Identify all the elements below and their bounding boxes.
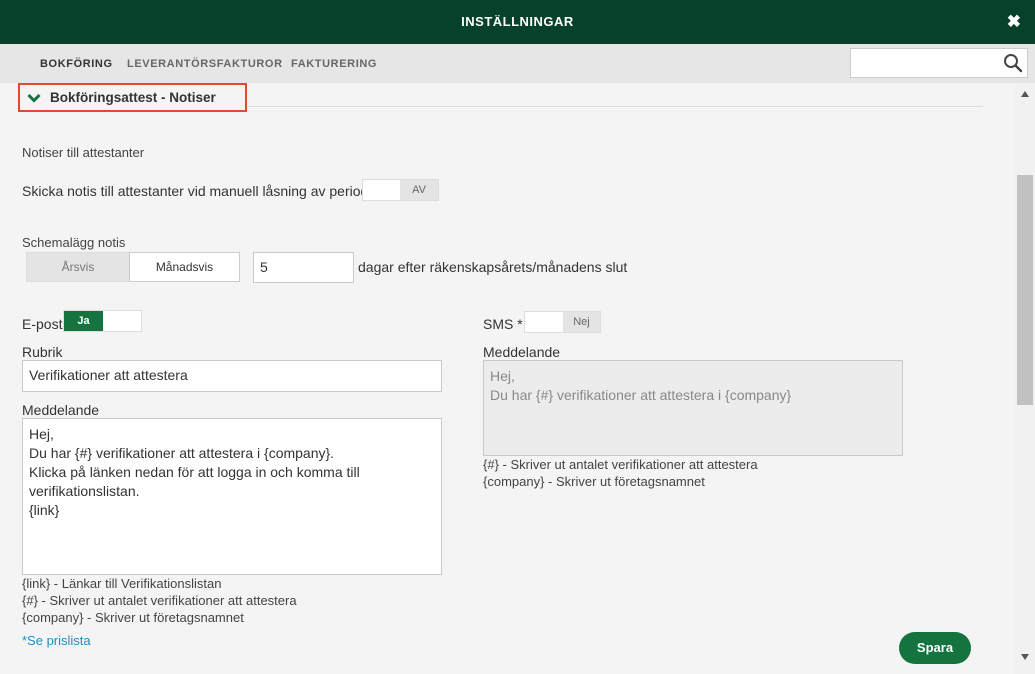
scrollbar[interactable] <box>1015 83 1035 674</box>
tab-bokforing[interactable]: BOKFÖRING <box>40 58 113 70</box>
email-help-link: {link} - Länkar till Verifikationslistan <box>22 576 222 591</box>
email-subject-input[interactable]: Verifikationer att attestera <box>22 360 442 392</box>
email-help-count: {#} - Skriver ut antalet verifikationer … <box>22 593 297 608</box>
search-icon[interactable] <box>1003 53 1023 73</box>
close-icon[interactable]: ✖ <box>1007 13 1021 31</box>
section-header[interactable]: Bokföringsattest - Notiser <box>18 83 247 112</box>
email-toggle-label: Ja <box>64 311 103 331</box>
scroll-down-icon[interactable] <box>1021 654 1029 660</box>
email-message-textarea[interactable]: Hej, Du har {#} verifikationer att attes… <box>22 418 442 575</box>
notices-heading: Notiser till attestanter <box>22 145 145 160</box>
schedule-monthly-option[interactable]: Månadsvis <box>129 252 240 282</box>
schedule-days-suffix: dagar efter räkenskapsårets/månadens slu… <box>358 259 628 275</box>
schedule-label: Schemalägg notis <box>22 235 126 250</box>
sms-message-label: Meddelande <box>483 344 561 360</box>
tab-leverantorsfakturor[interactable]: LEVERANTÖRSFAKTUROR <box>127 58 283 70</box>
scroll-thumb[interactable] <box>1017 175 1033 405</box>
email-message-label: Meddelande <box>22 402 100 418</box>
manual-lock-label: Skicka notis till attestanter vid manuel… <box>22 183 369 199</box>
sms-help-company: {company} - Skriver ut företagsnamnet <box>483 474 705 489</box>
sms-toggle-label: Nej <box>563 312 600 332</box>
price-list-link[interactable]: *Se prislista <box>22 633 91 648</box>
email-subject-label: Rubrik <box>22 344 63 360</box>
chevron-down-icon <box>27 93 41 103</box>
schedule-yearly-option[interactable]: Årsvis <box>26 252 130 282</box>
manual-lock-toggle[interactable]: AV <box>362 179 439 201</box>
window-title: INSTÄLLNINGAR <box>461 14 574 29</box>
sms-label: SMS * <box>483 316 523 332</box>
section-divider <box>247 106 983 107</box>
section-title: Bokföringsattest - Notiser <box>50 90 216 105</box>
save-button[interactable]: Spara <box>899 632 971 664</box>
email-help-company: {company} - Skriver ut företagsnamnet <box>22 610 244 625</box>
scroll-up-icon[interactable] <box>1021 91 1029 97</box>
search-input[interactable] <box>850 48 1028 78</box>
manual-lock-toggle-label: AV <box>400 180 438 200</box>
sms-toggle[interactable]: Nej <box>524 311 601 333</box>
sms-message-textarea: Hej, Du har {#} verifikationer att attes… <box>483 360 903 456</box>
email-toggle[interactable]: Ja <box>63 310 142 332</box>
title-bar: INSTÄLLNINGAR ✖ <box>0 0 1035 44</box>
sms-help-count: {#} - Skriver ut antalet verifikationer … <box>483 457 758 472</box>
tab-fakturering[interactable]: FAKTURERING <box>291 58 377 70</box>
email-label: E-post <box>22 316 63 332</box>
schedule-days-input[interactable]: 5 <box>253 252 354 283</box>
